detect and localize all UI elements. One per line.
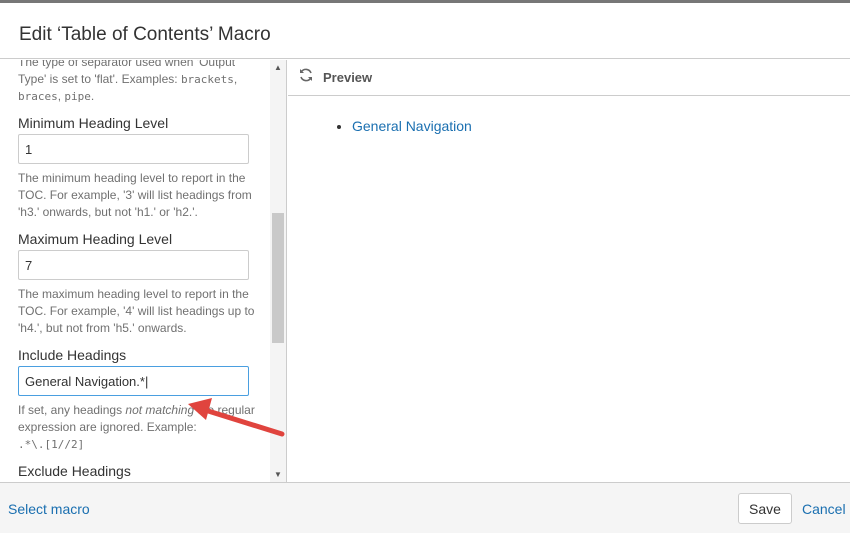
dialog-title: Edit ‘Table of Contents’ Macro [19, 24, 271, 45]
refresh-icon[interactable] [298, 67, 314, 88]
dialog-footer: Select macro Save Cancel [0, 482, 850, 533]
preview-header: Preview [288, 60, 850, 96]
max-heading-label: Maximum Heading Level [18, 231, 173, 247]
max-heading-description: The maximum heading level to report in t… [18, 287, 255, 335]
separator-description: The type of separator used when 'Output … [18, 60, 238, 103]
macro-parameters-panel: The type of separator used when 'Output … [0, 60, 287, 482]
dialog-header: Edit ‘Table of Contents’ Macro [0, 3, 850, 59]
max-heading-input[interactable]: 7 [18, 250, 249, 280]
min-heading-input[interactable]: 1 [18, 134, 249, 164]
cancel-link[interactable]: Cancel [802, 501, 846, 517]
min-heading-label: Minimum Heading Level [18, 115, 169, 131]
toc-preview: General Navigation [352, 118, 850, 134]
scrollbar[interactable]: ▲ ▼ [270, 60, 286, 482]
save-button[interactable]: Save [738, 493, 792, 524]
scroll-down-icon[interactable]: ▼ [274, 470, 282, 479]
exclude-headings-label: Exclude Headings [18, 463, 131, 479]
toc-item: General Navigation [352, 118, 850, 134]
select-macro-link[interactable]: Select macro [8, 501, 90, 517]
include-headings-description: If set, any headings not matching the re… [18, 403, 255, 451]
toc-link[interactable]: General Navigation [352, 118, 472, 134]
scroll-up-icon[interactable]: ▲ [274, 63, 282, 72]
min-heading-description: The minimum heading level to report in t… [18, 171, 252, 219]
scrollbar-thumb[interactable] [272, 213, 284, 343]
include-headings-label: Include Headings [18, 347, 127, 363]
include-headings-input[interactable]: General Navigation.*| [18, 366, 249, 396]
preview-panel: Preview General Navigation [288, 60, 850, 482]
preview-title: Preview [323, 70, 373, 85]
